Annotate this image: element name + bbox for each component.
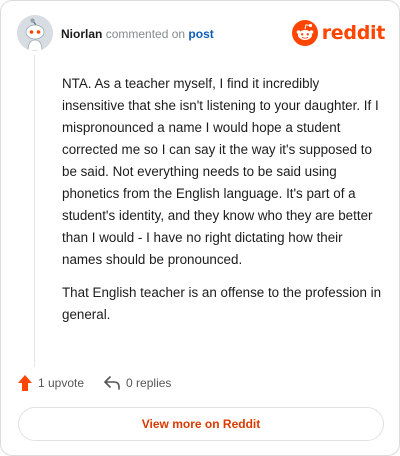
view-more-button[interactable]: View more on Reddit: [18, 407, 384, 441]
reply-icon: [104, 376, 120, 390]
reddit-snoo-icon: [291, 20, 318, 46]
action-text: commented on: [105, 27, 186, 41]
author-name[interactable]: Niorlan: [61, 27, 102, 41]
comment-body: NTA. As a teacher myself, I find it incr…: [62, 73, 384, 337]
reddit-logo[interactable]: reddit: [291, 17, 386, 49]
avatar[interactable]: [17, 15, 53, 51]
thread-line: [34, 55, 35, 367]
comment-embed-card: Niorlan commented on post reddit NTA. As…: [0, 0, 400, 456]
reply-count: 0 replies: [126, 376, 172, 390]
comment-header: Niorlan commented on post reddit: [17, 15, 385, 55]
reddit-wordmark: reddit: [321, 22, 386, 44]
comment-meta: Niorlan commented on post: [61, 27, 214, 41]
arrow-up-icon: [18, 375, 32, 391]
upvote-button[interactable]: 1 upvote: [18, 375, 84, 391]
comment-actions: 1 upvote 0 replies: [18, 373, 191, 393]
comment-paragraph: NTA. As a teacher myself, I find it incr…: [62, 76, 379, 267]
snoo-avatar-icon: [17, 15, 53, 51]
reply-button[interactable]: 0 replies: [104, 376, 171, 390]
post-link[interactable]: post: [188, 27, 213, 41]
upvote-count: 1 upvote: [38, 376, 85, 390]
comment-paragraph: That English teacher is an offense to th…: [62, 285, 382, 322]
